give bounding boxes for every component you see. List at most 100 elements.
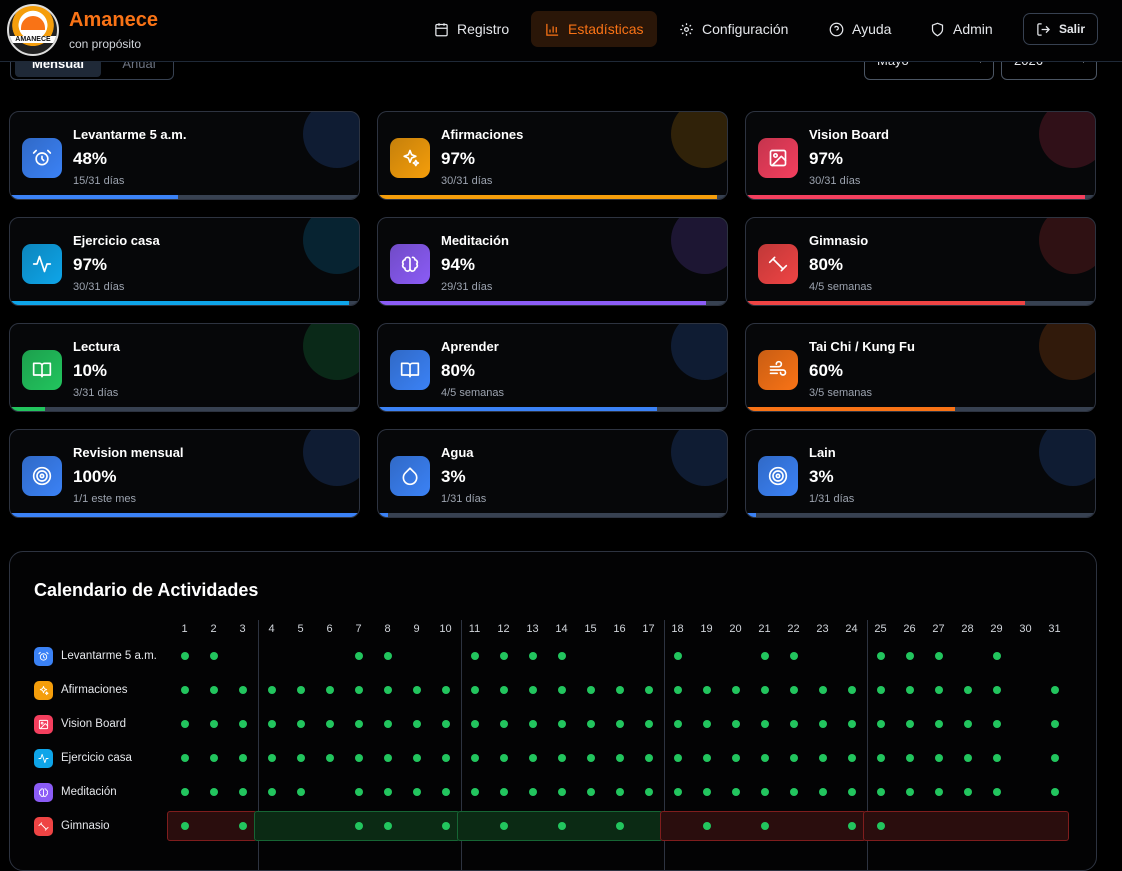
done-dot[interactable] (789, 788, 798, 796)
done-dot[interactable] (963, 720, 972, 728)
habit-card[interactable]: Agua 3% 1/31 días (377, 429, 728, 518)
done-dot[interactable] (354, 754, 363, 762)
done-dot[interactable] (528, 686, 537, 694)
done-dot[interactable] (354, 788, 363, 796)
done-dot[interactable] (383, 652, 392, 660)
done-dot[interactable] (1050, 720, 1059, 728)
done-dot[interactable] (702, 788, 711, 796)
done-dot[interactable] (644, 788, 653, 796)
done-dot[interactable] (934, 720, 943, 728)
done-dot[interactable] (180, 652, 189, 660)
done-dot[interactable] (470, 720, 479, 728)
habit-card[interactable]: Gimnasio 80% 4/5 semanas (745, 217, 1096, 306)
done-dot[interactable] (702, 720, 711, 728)
habit-card[interactable]: Aprender 80% 4/5 semanas (377, 323, 728, 412)
done-dot[interactable] (731, 788, 740, 796)
nav-ayuda[interactable]: Ayuda (815, 11, 905, 47)
done-dot[interactable] (615, 822, 624, 830)
done-dot[interactable] (209, 686, 218, 694)
done-dot[interactable] (354, 686, 363, 694)
nav-estadisticas[interactable]: Estadísticas (531, 11, 658, 47)
done-dot[interactable] (789, 686, 798, 694)
done-dot[interactable] (934, 686, 943, 694)
done-dot[interactable] (238, 720, 247, 728)
done-dot[interactable] (876, 720, 885, 728)
done-dot[interactable] (354, 652, 363, 660)
done-dot[interactable] (296, 686, 305, 694)
done-dot[interactable] (760, 754, 769, 762)
done-dot[interactable] (963, 788, 972, 796)
done-dot[interactable] (818, 788, 827, 796)
done-dot[interactable] (557, 788, 566, 796)
done-dot[interactable] (673, 788, 682, 796)
done-dot[interactable] (644, 720, 653, 728)
done-dot[interactable] (992, 686, 1001, 694)
done-dot[interactable] (557, 720, 566, 728)
done-dot[interactable] (412, 754, 421, 762)
done-dot[interactable] (731, 686, 740, 694)
done-dot[interactable] (412, 720, 421, 728)
done-dot[interactable] (702, 754, 711, 762)
done-dot[interactable] (325, 720, 334, 728)
done-dot[interactable] (702, 686, 711, 694)
done-dot[interactable] (992, 720, 1001, 728)
habit-card[interactable]: Revision mensual 100% 1/1 este mes (9, 429, 360, 518)
habit-card[interactable]: Lectura 10% 3/31 días (9, 323, 360, 412)
done-dot[interactable] (499, 720, 508, 728)
done-dot[interactable] (354, 822, 363, 830)
done-dot[interactable] (412, 686, 421, 694)
done-dot[interactable] (760, 822, 769, 830)
done-dot[interactable] (528, 720, 537, 728)
done-dot[interactable] (209, 652, 218, 660)
done-dot[interactable] (905, 720, 914, 728)
done-dot[interactable] (963, 754, 972, 762)
done-dot[interactable] (876, 788, 885, 796)
done-dot[interactable] (296, 788, 305, 796)
done-dot[interactable] (586, 720, 595, 728)
done-dot[interactable] (905, 686, 914, 694)
done-dot[interactable] (760, 652, 769, 660)
done-dot[interactable] (789, 754, 798, 762)
done-dot[interactable] (586, 788, 595, 796)
done-dot[interactable] (296, 720, 305, 728)
done-dot[interactable] (673, 652, 682, 660)
done-dot[interactable] (238, 788, 247, 796)
done-dot[interactable] (615, 754, 624, 762)
done-dot[interactable] (992, 788, 1001, 796)
done-dot[interactable] (673, 754, 682, 762)
done-dot[interactable] (441, 754, 450, 762)
done-dot[interactable] (383, 720, 392, 728)
done-dot[interactable] (673, 720, 682, 728)
done-dot[interactable] (528, 652, 537, 660)
done-dot[interactable] (267, 754, 276, 762)
done-dot[interactable] (180, 788, 189, 796)
habit-card[interactable]: Afirmaciones 97% 30/31 días (377, 111, 728, 200)
habit-card[interactable]: Meditación 94% 29/31 días (377, 217, 728, 306)
done-dot[interactable] (499, 754, 508, 762)
done-dot[interactable] (325, 686, 334, 694)
done-dot[interactable] (209, 720, 218, 728)
done-dot[interactable] (876, 652, 885, 660)
done-dot[interactable] (383, 788, 392, 796)
done-dot[interactable] (789, 652, 798, 660)
done-dot[interactable] (441, 720, 450, 728)
done-dot[interactable] (238, 822, 247, 830)
done-dot[interactable] (470, 652, 479, 660)
done-dot[interactable] (499, 686, 508, 694)
done-dot[interactable] (1050, 686, 1059, 694)
nav-registro[interactable]: Registro (420, 11, 523, 47)
done-dot[interactable] (789, 720, 798, 728)
done-dot[interactable] (644, 686, 653, 694)
done-dot[interactable] (470, 686, 479, 694)
done-dot[interactable] (441, 822, 450, 830)
done-dot[interactable] (470, 788, 479, 796)
done-dot[interactable] (586, 686, 595, 694)
done-dot[interactable] (267, 788, 276, 796)
done-dot[interactable] (905, 652, 914, 660)
done-dot[interactable] (586, 754, 595, 762)
done-dot[interactable] (905, 754, 914, 762)
done-dot[interactable] (934, 788, 943, 796)
done-dot[interactable] (528, 788, 537, 796)
done-dot[interactable] (383, 822, 392, 830)
done-dot[interactable] (731, 720, 740, 728)
